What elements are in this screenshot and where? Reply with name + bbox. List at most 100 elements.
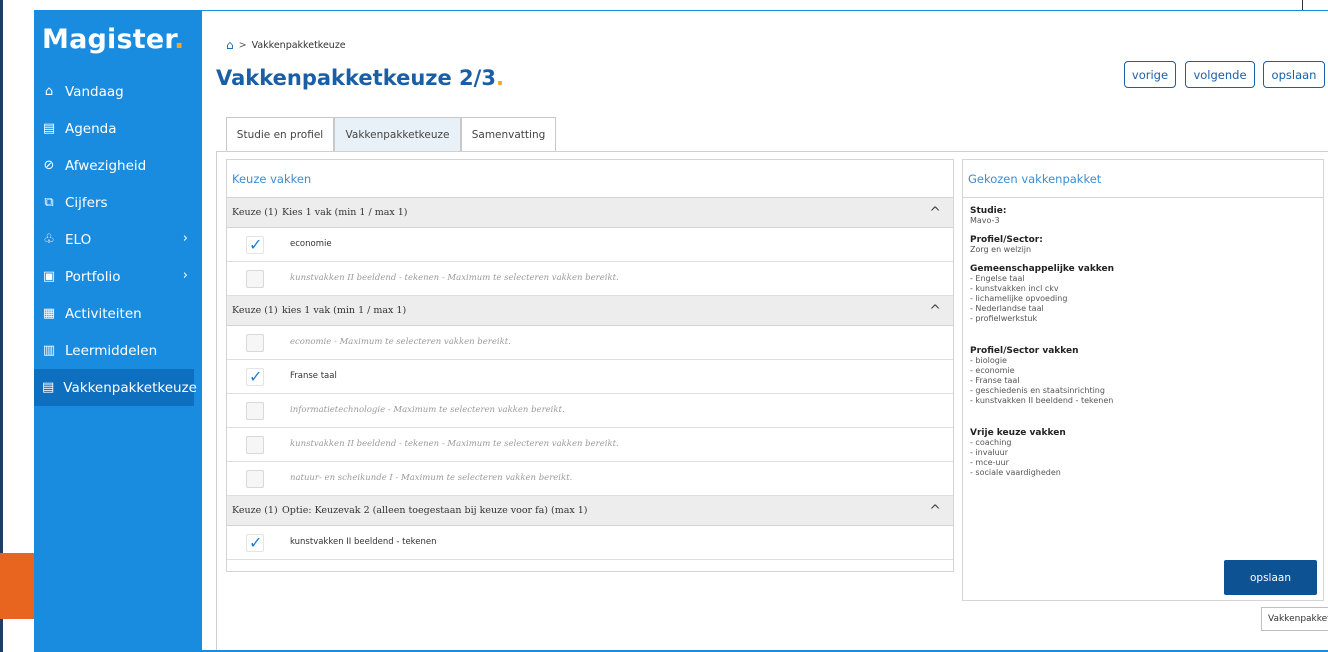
chevron-right-icon: › [182,268,188,283]
summary-item: - kunstvakken II beeldend - tekenen [970,396,1114,405]
summary-item: - mce-uur [970,458,1009,467]
chevron-up-icon[interactable]: ^ [929,205,941,221]
checkbox-checked[interactable] [246,533,264,552]
sidebar-item-label: Afwezigheid [65,157,147,174]
tab-bar: Studie en profiel Vakkenpakketkeuze Same… [226,117,556,152]
tab-vakkenpakketkeuze[interactable]: Vakkenpakketkeuze [334,117,461,152]
studie-label: Studie: [970,206,1007,216]
magister-logo[interactable]: Magister. [42,24,185,55]
grades-icon: ⧉ [44,195,54,210]
sector-vakken-label: Profiel/Sector vakken [970,346,1079,356]
sidebar-item-leermiddelen[interactable]: ▥ Leermiddelen [34,332,202,369]
subject-label: kunstvakken II beeldend - tekenen - Maxi… [290,439,619,449]
books-icon: ▥ [42,343,56,358]
summary-item: - coaching [970,438,1012,447]
subject-row: Franse taal [227,360,953,394]
sidebar-item-vandaag[interactable]: ⌂ Vandaag [34,73,202,110]
sidebar-nav: ⌂ Vandaag ▤ Agenda ⊘ Afwezigheid ⧉ Cijfers ♧ ELO ›… [34,73,202,406]
sidebar-item-label: Leermiddelen [65,342,158,359]
sidebar-item-vakkenpakketkeuze[interactable]: ▤ Vakkenpakketkeuze [34,369,197,406]
sidebar-item-agenda[interactable]: ▤ Agenda [34,110,202,147]
breadcrumb-current[interactable]: Vakkenpakketkeuze [252,40,346,51]
portfolio-icon: ▣ [42,269,56,284]
vrije-keuze-vakken-label: Vrije keuze vakken [970,428,1066,438]
summary-item: - Nederlandse taal [970,304,1044,313]
subject-row: kunstvakken II beeldend - tekenen [227,526,953,560]
keuze-vakken-panel: Keuze vakken Keuze (1) Kies 1 vak (min 1 … [226,159,954,572]
summary-item: - kunstvakken incl ckv [970,284,1059,293]
checkbox-checked[interactable] [246,235,264,254]
choice-group-header[interactable]: Keuze (1) Kies 1 vak (min 1 / max 1) ^ [227,198,953,228]
summary-item: - profielwerkstuk [970,314,1038,323]
save-header-button[interactable]: opslaan [1263,61,1325,88]
orange-block [0,553,34,619]
subject-row: economie [227,228,953,262]
sector-vakken-list: - biologie - economie - Franse taal - gesch… [970,356,1323,406]
sidebar-item-label: Agenda [65,120,117,137]
group-title: Kies 1 vak (min 1 / max 1) [282,207,408,218]
tab-studie-en-profiel[interactable]: Studie en profiel [226,117,334,152]
breadcrumb: ⌂ > Vakkenpakketkeuze [226,38,346,52]
group-title: kies 1 vak (min 1 / max 1) [282,305,407,316]
sidebar-item-label: Activiteiten [65,305,142,322]
tooltip: Vakkenpakketkeuze [1261,607,1328,631]
previous-button[interactable]: vorige [1124,61,1176,88]
subject-label: kunstvakken II beeldend - tekenen [290,537,437,547]
subject-row: natuur- en scheikunde I - Maximum te sel… [227,462,953,496]
window-corner-line [1302,0,1303,10]
summary-item: - Franse taal [970,376,1020,385]
checkbox-disabled [246,402,264,420]
home-icon: ⌂ [44,84,54,99]
activities-icon: ▦ [42,306,56,321]
keuze-count: Keuze (1) [232,305,278,316]
page-title: Vakkenpakketkeuze 2/3. [216,66,504,90]
chevron-up-icon[interactable]: ^ [929,303,941,319]
sidebar-item-label: ELO [65,231,92,248]
sidebar-item-afwezigheid[interactable]: ⊘ Afwezigheid [34,147,202,184]
save-button[interactable]: opslaan [1224,560,1317,595]
summary-item: - economie [970,366,1015,375]
profiel-value: Zorg en welzijn [970,245,1032,254]
checkbox-checked[interactable] [246,367,264,386]
package-icon: ▤ [42,380,55,395]
elo-icon: ♧ [43,232,55,247]
sidebar-item-elo[interactable]: ♧ ELO › [34,221,202,258]
frame-top-border [202,10,1328,11]
summary-item: - Engelse taal [970,274,1025,283]
subject-label: informatietechnologie - Maximum te selec… [290,405,565,415]
next-button[interactable]: volgende [1185,61,1255,88]
chevron-right-icon: › [182,231,188,246]
checkbox-disabled [246,470,264,488]
sidebar-item-label: Portfolio [65,268,121,285]
tabs-divider [216,151,1328,152]
gemeenschappelijke-vakken-list: - Engelse taal - kunstvakken incl ckv - li… [970,274,1323,324]
choice-group-header[interactable]: Keuze (1) kies 1 vak (min 1 / max 1) ^ [227,296,953,326]
sidebar-item-activiteiten[interactable]: ▦ Activiteiten [34,295,202,332]
sidebar-item-cijfers[interactable]: ⧉ Cijfers [34,184,202,221]
sidebar-item-label: Vakkenpakketkeuze [63,379,197,396]
vrije-keuze-vakken-list: - coaching - invaluur - mce-uur - sociale v… [970,438,1323,478]
sidebar-item-label: Cijfers [65,194,108,211]
sidebar: Magister. ⌂ Vandaag ▤ Agenda ⊘ Afwezigheid ⧉ Ci… [34,10,202,652]
home-icon[interactable]: ⌂ [226,38,234,52]
chevron-up-icon[interactable]: ^ [929,503,941,519]
sidebar-item-portfolio[interactable]: ▣ Portfolio › [34,258,202,295]
gemeenschappelijke-vakken-label: Gemeenschappelijke vakken [970,264,1115,274]
calendar-icon: ▤ [42,121,56,136]
choice-group-header[interactable]: Keuze (1) Optie: Keuzevak 2 (alleen toege… [227,496,953,526]
subject-label: economie - Maximum te selecteren vakken … [290,337,511,347]
chevron-right-icon: > [238,39,247,51]
subject-row: kunstvakken II beeldend - tekenen - Maxi… [227,262,953,296]
subject-row: economie - Maximum te selecteren vakken … [227,326,953,360]
summary-item: - sociale vaardigheden [970,468,1061,477]
panel-title: Keuze vakken [227,160,953,198]
summary-item: - geschiedenis en staatsinrichting [970,386,1105,395]
sidebar-item-label: Vandaag [65,83,124,100]
checkbox-disabled [246,436,264,454]
summary-item: - invaluur [970,448,1009,457]
group-title: Optie: Keuzevak 2 (alleen toegestaan bij… [282,505,588,516]
subject-label: natuur- en scheikunde I - Maximum te sel… [290,473,573,483]
tab-samenvatting[interactable]: Samenvatting [461,117,556,152]
content-left-border [216,151,217,650]
keuze-count: Keuze (1) [232,207,278,218]
